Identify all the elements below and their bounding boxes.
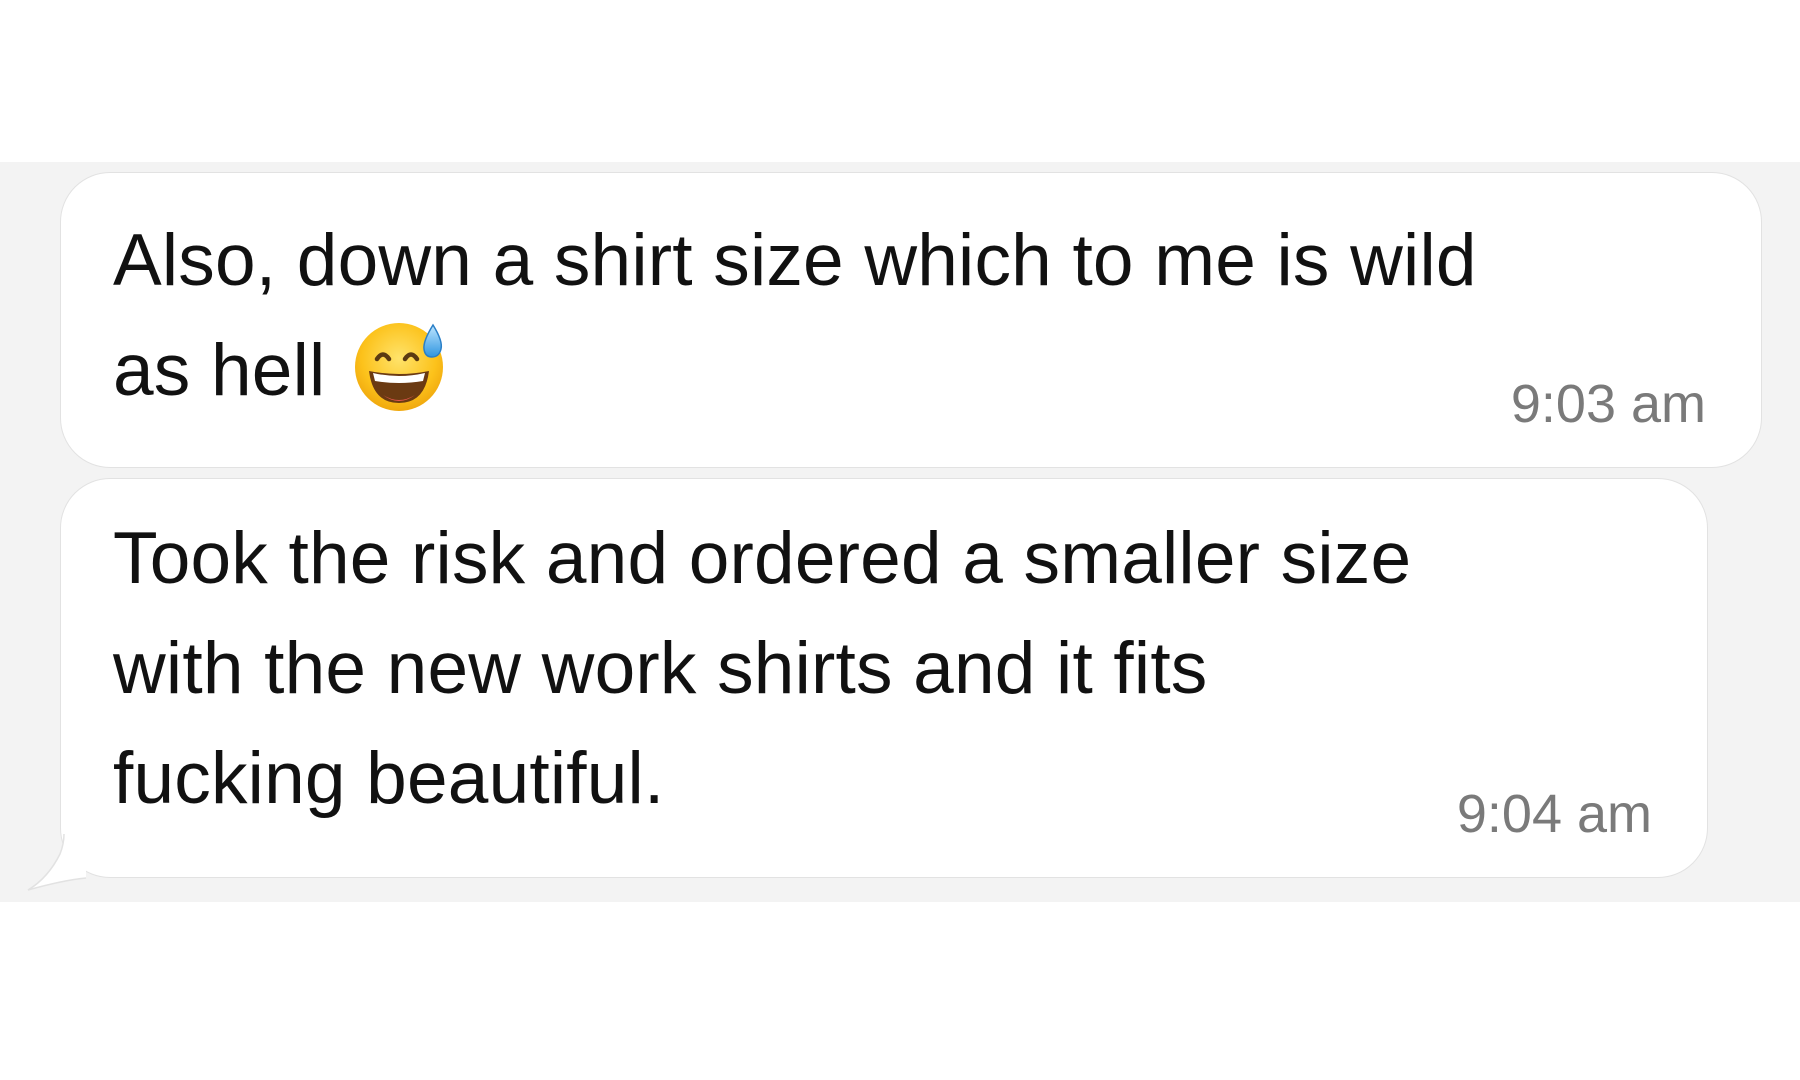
message-timestamp: 9:03 am: [1510, 374, 1706, 434]
message-bubble-incoming[interactable]: Took the risk and ordered a smaller size…: [60, 478, 1708, 878]
message-line: with the new work shirts and it fits: [113, 628, 1208, 709]
message-line-with-emoji: as hell: [113, 316, 1477, 444]
grinning-face-with-sweat-icon: [353, 317, 449, 444]
chat-thread: Also, down a shirt size which to me is w…: [0, 162, 1800, 902]
message-text: Also, down a shirt size which to me is w…: [113, 206, 1477, 444]
message-bubble-incoming[interactable]: Also, down a shirt size which to me is w…: [60, 172, 1762, 468]
message-timestamp: 9:04 am: [1456, 784, 1652, 844]
bubble-tail: [27, 834, 87, 891]
message-line: fucking beautiful.: [113, 738, 665, 819]
message-text: Took the risk and ordered a smaller size…: [113, 504, 1411, 834]
message-line: Also, down a shirt size which to me is w…: [113, 220, 1477, 301]
message-line: as hell: [113, 330, 326, 411]
message-line: Took the risk and ordered a smaller size: [113, 518, 1412, 599]
